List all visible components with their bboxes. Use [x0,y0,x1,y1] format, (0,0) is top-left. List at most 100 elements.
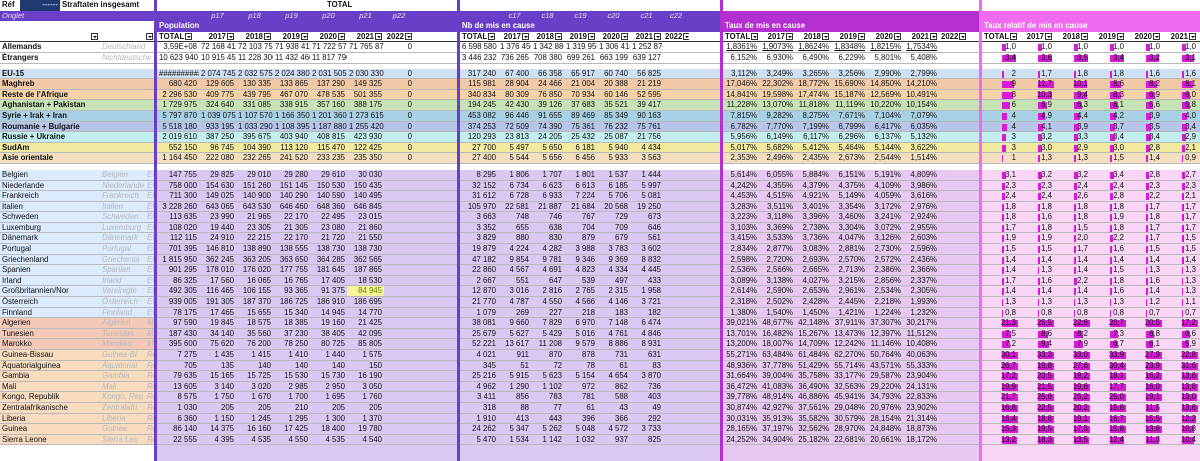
filter-dropdown-icon[interactable] [301,33,308,41]
filter-dropdown-icon[interactable] [1010,33,1018,41]
taux-cell: 5,017% [730,142,757,152]
column-header-2018[interactable]: 2018 [795,32,831,42]
rel-cell: 1,3 [982,297,1018,307]
filter-dropdown-icon[interactable] [1189,33,1196,41]
filter-dropdown-icon[interactable] [858,33,865,41]
rel-value: 3,3 [1077,132,1088,142]
column-header-2019[interactable]: 2019 [1090,32,1126,42]
pop-cell: 331 085 [242,100,271,110]
column-header-2022[interactable]: 2022 [384,32,414,42]
taux-cell: 3,118% [767,212,793,222]
column-header-2017[interactable]: 2017 [1018,32,1054,42]
column-header-2018[interactable]: 2018 [1054,32,1090,42]
column-header-2018[interactable]: 2018 [531,32,564,42]
column-header-2020[interactable]: 2020 [310,32,347,42]
filter-dropdown-icon[interactable] [1045,33,1052,41]
column-header-2022[interactable]: 2022 [663,32,689,42]
column-header-total[interactable]: TOTAL [460,32,498,42]
sheet-row: 1,3 1,3 1,3 1,3 1,2 1,1 [982,297,1200,308]
pop-cell: 357 160 [316,100,345,110]
filter-dropdown-icon[interactable] [654,33,661,41]
mis-cell: 3 352 [476,222,496,232]
rel-value: 1,4 [1005,286,1016,296]
rel-cell: 15,8 [1090,424,1126,434]
taux-cell: 5,801% [874,52,901,62]
column-header-2019[interactable]: 2019 [564,32,597,42]
sheet-row: 3,103% 3,369% 2,738% 3,304% 3,072% 2,955% [723,223,979,234]
sheet-row: Syrie + Irak + Iran [0,110,157,122]
filter-dropdown-icon[interactable] [1153,33,1160,41]
column-header-2019[interactable]: 2019 [831,32,867,42]
filter-dropdown-icon[interactable] [822,33,829,41]
taux-cell: 11,146% [870,339,901,349]
filter-dropdown-icon[interactable] [959,33,967,41]
rel-value: 4 [1011,110,1016,120]
filter-dropdown-icon[interactable] [264,33,271,41]
pop-cell: 2 985 [288,381,308,391]
column-header-total[interactable]: TOTAL [157,32,199,42]
rel-cell: 3,2 [1054,170,1090,180]
filter-sub-column[interactable] [100,32,155,42]
filter-dropdown-icon[interactable] [930,33,937,41]
filter-dropdown-icon[interactable] [786,33,793,41]
rel-value: 1,7 [1185,201,1196,211]
pop-cell: 96 745 [210,142,234,152]
column-code: c18 [541,10,554,20]
pop-cell: 364 285 [316,254,345,264]
rel-cell: 1,6 [1162,69,1198,79]
column-header-2017[interactable]: 2017 [199,32,236,42]
column-header-2017[interactable]: 2017 [498,32,531,42]
mis-cell [663,223,689,233]
column-header-2021[interactable]: 2021 [630,32,663,42]
taux-cell: 3,283% [730,201,757,211]
filter-dropdown-icon[interactable] [522,33,529,41]
taux-cell: 12,569% [870,89,901,99]
column-header-2020[interactable]: 2020 [597,32,630,42]
rel-cell: 30,1 [982,350,1018,360]
filter-dropdown-icon[interactable] [91,33,98,41]
rel-value: 1,4 [1149,254,1160,264]
filter-dropdown-icon[interactable] [621,33,628,41]
sheet-row: Kongo, RepublikKongo, RepReste de l'A [0,392,157,403]
filter-dropdown-icon[interactable] [1117,33,1124,41]
column-header-total[interactable]: TOTAL [723,32,759,42]
column-header-2017[interactable]: 2017 [759,32,795,42]
filter-dropdown-icon[interactable] [146,33,153,41]
taux-cell: 6,055% [766,169,793,179]
sheet-row: 317 240 67 400 66 358 65 917 60 740 56 825 [460,68,720,80]
column-header-2020[interactable]: 2020 [867,32,903,42]
rel-value: 2,3 [1005,180,1016,190]
filter-dropdown-icon[interactable] [1081,33,1088,41]
column-header-2018[interactable]: 2018 [236,32,273,42]
filter-dropdown-icon[interactable] [751,33,759,41]
column-header-2020[interactable]: 2020 [1126,32,1162,42]
rel-cell: 22,5 [1018,403,1054,413]
taux-cell: 1,7534% [906,42,937,52]
filter-dropdown-icon[interactable] [555,33,562,41]
column-header-total[interactable]: TOTAL [982,32,1018,42]
rel-value: 8,2 [1149,79,1160,89]
rel-cell: 8,2 [1126,79,1162,89]
column-header-label: 2022 [941,31,959,41]
filter-dropdown-icon[interactable] [375,33,382,41]
filter-dropdown-icon[interactable] [588,33,595,41]
filter-dropdown-icon[interactable] [488,33,496,41]
column-header-2019[interactable]: 2019 [273,32,310,42]
filter-dropdown-icon[interactable] [894,33,901,41]
pop-cell: 2 296 530 [162,89,197,99]
filter-dropdown-icon[interactable] [185,33,193,41]
filter-dropdown-icon[interactable] [338,33,345,41]
filter-dropdown-icon[interactable] [405,33,412,41]
pop-cell: 79 635 [173,371,197,381]
filter-dropdown-icon[interactable] [227,33,234,41]
sheet-row: 5 470 1 534 1 142 1 032 937 825 [460,435,720,446]
taux-cell: 25,182% [798,434,829,444]
column-header-2022[interactable]: 2022 [939,32,967,42]
column-header-2021[interactable]: 2021 [347,32,384,42]
column-header-2021[interactable]: 2021 [1162,32,1198,42]
filter-name-column[interactable] [0,32,100,42]
rel-value: 17,7 [1108,381,1124,391]
column-header-2021[interactable]: 2021 [903,32,939,42]
taux-cell: 5,144% [874,142,901,152]
filter-dropdown-icon[interactable] [683,33,689,41]
